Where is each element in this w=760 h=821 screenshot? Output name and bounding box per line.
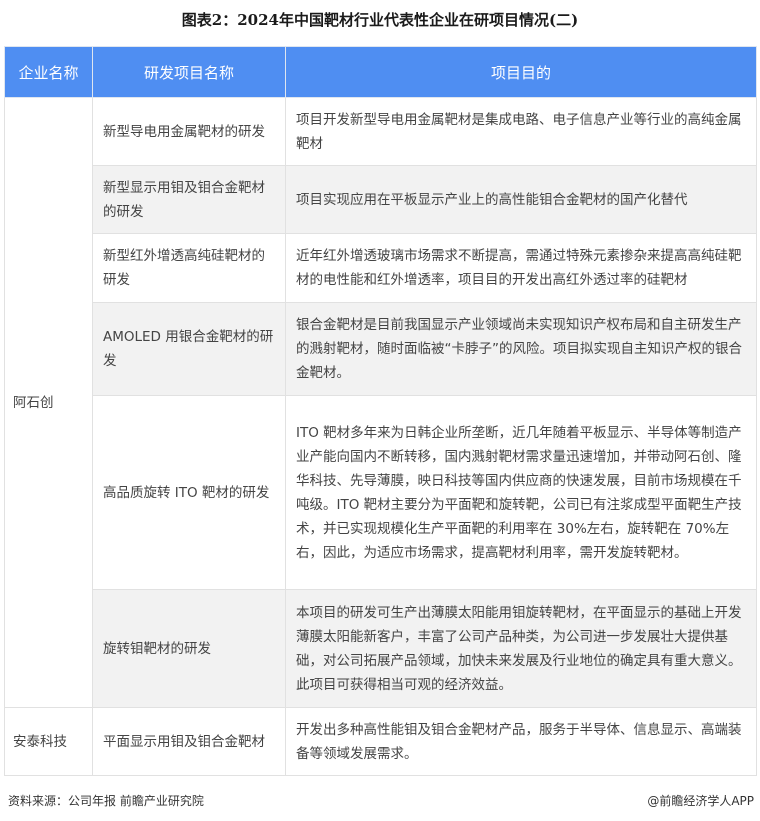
project-cell: 新型导电用金属靶材的研发 bbox=[92, 97, 286, 166]
table-row: 阿石创 新型导电用金属靶材的研发 项目开发新型导电用金属靶材是集成电路、电子信息… bbox=[4, 97, 757, 708]
purpose-cell: ITO 靶材多年来为日韩企业所垄断，近几年随着平板显示、半导体等制造产业产能向国… bbox=[285, 395, 757, 590]
table-row: 高品质旋转 ITO 靶材的研发 ITO 靶材多年来为日韩企业所垄断，近几年随着平… bbox=[5, 395, 757, 590]
table-row: 新型显示用钼及钼合金靶材的研发 项目实现应用在平板显示产业上的高性能钼合金靶材的… bbox=[5, 165, 757, 234]
project-cell: 旋转钼靶材的研发 bbox=[92, 589, 286, 708]
purpose-cell: 开发出多种高性能钼及钼合金靶材产品，服务于半导体、信息显示、高端装备等领域发展需… bbox=[285, 707, 757, 776]
header-project: 研发项目名称 bbox=[92, 46, 286, 98]
purpose-cell: 项目开发新型导电用金属靶材是集成电路、电子信息产业等行业的高纯金属靶材 bbox=[285, 97, 757, 166]
project-cell: 新型红外增透高纯硅靶材的研发 bbox=[92, 233, 286, 303]
credit-note: @前瞻经济学人APP bbox=[647, 794, 754, 808]
purpose-cell: 本项目的研发可生产出薄膜太阳能用钼旋转靶材，在平面显示的基础上开发薄膜太阳能新客… bbox=[285, 589, 757, 708]
purpose-cell: 项目实现应用在平板显示产业上的高性能钼合金靶材的国产化替代 bbox=[285, 165, 757, 234]
table-row: 新型红外增透高纯硅靶材的研发 近年红外增透玻璃市场需求不断提高，需通过特殊元素掺… bbox=[5, 233, 757, 303]
source-note: 资料来源：公司年报 前瞻产业研究院 bbox=[8, 794, 204, 808]
project-cell: 新型显示用钼及钼合金靶材的研发 bbox=[92, 165, 286, 234]
projects-table: 企业名称 研发项目名称 项目目的 阿石创 新型导电用金属靶材的研发 项目开发新型… bbox=[4, 46, 757, 776]
project-cell: AMOLED 用银合金靶材的研发 bbox=[92, 302, 286, 396]
purpose-cell: 近年红外增透玻璃市场需求不断提高，需通过特殊元素掺杂来提高高纯硅靶材的电性能和红… bbox=[285, 233, 757, 303]
chart-title: 图表2：2024年中国靶材行业代表性企业在研项目情况(二) bbox=[181, 11, 579, 29]
purpose-cell: 银合金靶材是目前我国显示产业领域尚未实现知识产权布局和自主研发生产的溅射靶材，随… bbox=[285, 302, 757, 396]
company-cell: 阿石创 bbox=[4, 97, 93, 708]
table-header-row: 企业名称 研发项目名称 项目目的 bbox=[4, 46, 757, 98]
header-company: 企业名称 bbox=[4, 46, 93, 98]
project-cell: 高品质旋转 ITO 靶材的研发 bbox=[92, 395, 286, 590]
table-row: 安泰科技 平面显示用钼及钼合金靶材 开发出多种高性能钼及钼合金靶材产品，服务于半… bbox=[4, 707, 757, 776]
company-cell: 安泰科技 bbox=[4, 707, 93, 776]
table-row: AMOLED 用银合金靶材的研发 银合金靶材是目前我国显示产业领域尚未实现知识产… bbox=[5, 302, 757, 396]
header-purpose: 项目目的 bbox=[285, 46, 757, 98]
project-cell: 平面显示用钼及钼合金靶材 bbox=[92, 707, 286, 776]
table-row: 旋转钼靶材的研发 本项目的研发可生产出薄膜太阳能用钼旋转靶材，在平面显示的基础上… bbox=[5, 589, 757, 708]
